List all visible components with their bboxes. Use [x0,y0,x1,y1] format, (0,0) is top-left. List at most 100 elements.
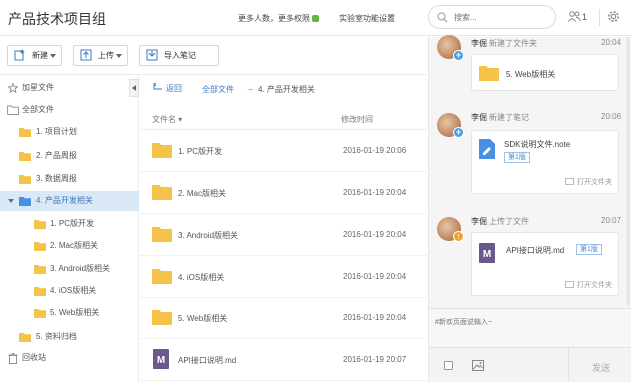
file-row[interactable]: M API接口说明.md 2016-01-19 20:07 [140,340,427,381]
checkbox[interactable] [444,361,453,370]
import-notes-button[interactable]: 导入笔记 [139,45,219,66]
search-input[interactable] [454,10,550,25]
sidebar: 加星文件 全部文件 1. 项目计划 2. 产品周报 3. 数据周报 4. 产品开… [0,76,139,382]
upload-button[interactable]: 上传 [73,45,128,66]
file-row[interactable]: 1. PC版开发 2016-01-19 20:06 [140,131,427,172]
add-badge-icon: + [453,127,464,138]
image-icon[interactable] [472,360,484,371]
file-time: 2016-01-19 20:07 [343,355,407,364]
trash-icon [8,353,18,364]
markdown-file-icon: M [153,349,169,369]
sidebar-item-label: 4. 产品开发相关 [36,196,93,205]
open-folder-link[interactable]: 打开文件夹 [565,177,612,187]
comment-input[interactable] [435,317,625,339]
new-button[interactable]: 新建 [7,45,62,66]
folder-icon [152,310,172,325]
sort-by-time[interactable]: 修改时间 [341,114,373,125]
sidebar-item-starred[interactable]: 加星文件 [0,78,139,98]
activity-card[interactable]: SDK说明文件.note 第1版 打开文件夹 [471,130,619,194]
divider [599,9,600,26]
sidebar-item-label: 1. PC版开发 [50,219,95,228]
file-row[interactable]: 3. Android版相关 2016-01-19 20:04 [140,215,427,256]
folder-outline-icon [7,105,19,115]
sidebar-item-pc-dev[interactable]: 1. PC版开发 [0,214,139,234]
file-name: 2. Mac版相关 [178,189,227,198]
sidebar-collapse-button[interactable] [129,79,139,97]
folder-icon [152,227,172,242]
sidebar-item-label: 4. iOS版相关 [50,286,97,295]
activity-user: 李倔 [471,217,487,226]
chevron-down-icon [50,54,56,58]
sidebar-item-data-weekly[interactable]: 3. 数据周报 [0,169,139,189]
sidebar-item-web[interactable]: 5. Web版相关 [0,303,139,323]
activity-item: ↑ 李倔 上传了文件 20:07 M API接口说明.md 第1版 打开文件夹 [429,213,624,308]
folder-outline-icon [565,178,574,185]
folder-icon [34,309,46,318]
activity-item: + 李倔 新建了文件夹 20:04 5. Web版相关 [429,35,624,97]
sort-by-name[interactable]: 文件名 ▾ [152,114,182,125]
sidebar-item-android[interactable]: 3. Android版相关 [0,259,139,279]
star-icon [8,83,18,93]
app-title: 产品技术项目组 [8,11,106,27]
send-button[interactable]: 发送 [592,361,610,374]
file-row[interactable]: 2. Mac版相关 2016-01-19 20:04 [140,173,427,214]
sidebar-item-all-files[interactable]: 全部文件 [0,100,139,120]
file-time: 2016-01-19 20:04 [343,272,407,281]
open-folder-link[interactable]: 打开文件夹 [565,280,612,290]
activity-time: 20:04 [601,38,622,47]
add-badge-icon: + [453,50,464,61]
new-file-icon [14,49,25,61]
open-folder-label: 打开文件夹 [577,282,612,289]
file-time: 2016-01-19 20:04 [343,230,407,239]
divider [568,348,569,382]
card-file-name: SDK说明文件.note [504,140,571,149]
activity-card[interactable]: 5. Web版相关 [471,54,619,91]
sidebar-item-label: 1. 项目计划 [36,127,77,136]
expand-caret-icon[interactable] [8,199,14,203]
file-row[interactable]: 4. iOS版相关 2016-01-19 20:04 [140,257,427,298]
sidebar-item-label: 加星文件 [22,83,54,92]
svg-text:M: M [483,249,491,260]
sidebar-item-project-plan[interactable]: 1. 项目计划 [0,122,139,142]
activity-time: 20:07 [601,216,622,225]
activity-user: 李倔 [471,39,487,48]
sidebar-item-label: 2. 产品周报 [36,151,77,160]
sidebar-item-archive[interactable]: 5. 资料归档 [0,327,139,347]
gear-icon[interactable] [607,10,620,23]
activity-card[interactable]: M API接口说明.md 第1版 打开文件夹 [471,232,619,296]
file-time: 2016-01-19 20:04 [343,313,407,322]
scrollbar[interactable] [626,37,630,305]
labs-settings-link[interactable]: 实验室功能设置 [339,13,395,24]
file-row[interactable]: 5. Web版相关 2016-01-19 20:04 [140,298,427,339]
file-list: 返回 全部文件 → 4. 产品开发相关 文件名 ▾ 修改时间 1. PC版开发 … [140,76,427,382]
folder-open-icon [19,197,31,206]
search-box[interactable] [428,5,556,29]
sidebar-item-ios[interactable]: 4. iOS版相关 [0,281,139,301]
sidebar-item-mac[interactable]: 2. Mac版相关 [0,236,139,256]
back-button[interactable]: 返回 [153,82,182,94]
sidebar-item-trash[interactable]: 回收站 [0,348,139,368]
folder-icon [152,269,172,284]
folder-icon [34,265,46,274]
vip-badge-icon [312,15,319,22]
note-file-icon [479,139,495,159]
breadcrumb-current: 4. 产品开发相关 [258,85,315,94]
sidebar-item-product-dev[interactable]: 4. 产品开发相关 [0,191,139,211]
version-badge: 第1版 [504,152,530,163]
folder-icon [19,175,31,184]
breadcrumb-separator: → [246,84,254,93]
sidebar-item-product-weekly[interactable]: 2. 产品周报 [0,146,139,166]
breadcrumb-all-files[interactable]: 全部文件 [202,84,234,95]
activity-action: 上传了文件 [489,217,529,226]
activity-text: 李倔 新建了文件夹 [471,38,537,49]
members-button[interactable]: 1 [568,11,587,22]
toolbar: 新建 上传 导入笔记 [0,37,427,75]
markdown-file-icon: M [479,243,495,263]
sidebar-item-label: 回收站 [22,353,46,362]
folder-icon [34,220,46,229]
upgrade-link[interactable]: 更多人数，更多权限 [238,13,319,24]
sidebar-item-label: 3. 数据周报 [36,174,77,183]
card-file-name: API接口说明.md [506,246,565,255]
upgrade-link-label: 更多人数，更多权限 [238,14,310,23]
activity-user: 李倔 [471,113,487,122]
